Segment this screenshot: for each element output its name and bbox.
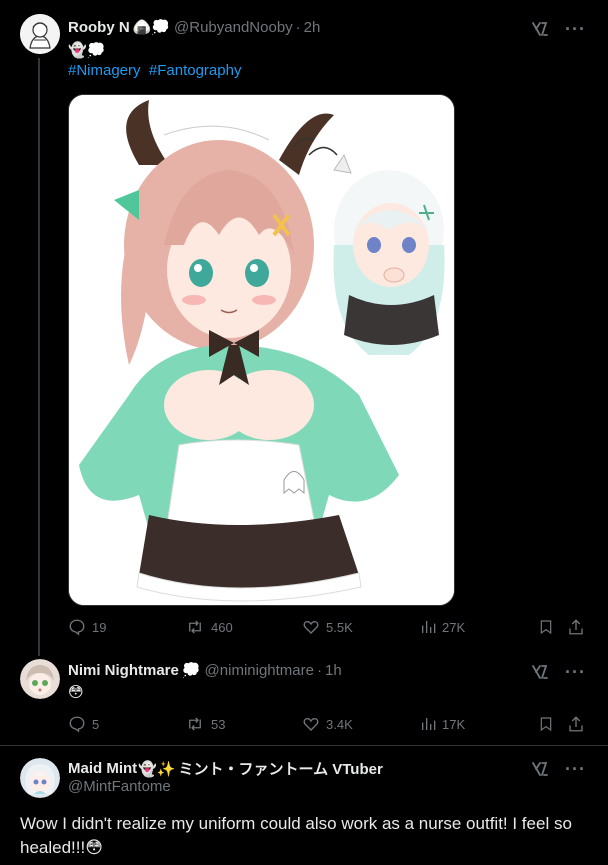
avatar-nimi[interactable] [20,659,60,699]
heart-icon [303,621,319,634]
post-time[interactable]: 2h [304,19,321,36]
hashtags: #Nimagery #Fantography [68,61,241,81]
post-rooby[interactable]: Rooby N 🍙💭 @RubyandNooby · 2h ··· 👻💭 #Ni… [0,0,608,656]
share-button[interactable] [567,715,585,733]
like-count: 5.5K [326,619,353,635]
share-button[interactable] [567,618,585,636]
views-count: 17K [442,716,466,732]
author-handle[interactable]: @RubyandNooby [174,19,293,36]
hashtag-nimagery[interactable]: #Nimagery [68,62,141,79]
author-name[interactable]: Rooby N [68,19,130,36]
grok-icon[interactable] [531,760,549,778]
bookmark-icon [540,620,552,635]
views-icon [422,621,436,633]
more-options-icon[interactable]: ··· [565,663,586,681]
post-time[interactable]: 1h [325,662,342,679]
post-maid-mint[interactable]: Maid Mint 👻✨ ミント・ファントーム VTuber @MintFant… [0,746,608,865]
post-nimi[interactable]: Nimi Nightmare 💭 @niminightmare · 1h ···… [0,645,608,745]
repost-count: 460 [211,619,233,635]
name-emoji: 🍙💭 [132,18,171,36]
post-text: Wow I didn't realize my uniform could al… [20,814,572,857]
separator-dot: · [316,661,322,679]
hashtag-fantography[interactable]: #Fantography [149,62,242,79]
post-emoji: 👻💭 [68,41,106,59]
repost-count: 53 [211,716,226,732]
views-icon [422,718,436,730]
repost-button[interactable]: 460 [185,618,233,636]
post-image[interactable] [68,94,455,606]
views-button[interactable]: 27K [420,618,465,636]
author-handle[interactable]: @MintFantome [68,778,171,795]
avatar-rooby[interactable] [20,14,60,54]
avatar-maid-mint[interactable] [20,758,60,798]
reply-icon [69,716,85,733]
author-handle[interactable]: @niminightmare [205,662,314,679]
like-button[interactable]: 5.5K [302,618,353,636]
name-emoji: 💭 [181,661,201,679]
separator-dot: · [295,18,301,36]
bookmark-icon [540,717,552,732]
grok-icon[interactable] [531,663,549,681]
more-options-icon[interactable]: ··· [565,20,586,38]
post-actions: 19 460 5.5K 27K [68,618,588,638]
bookmark-button[interactable] [538,618,554,636]
heart-icon [303,718,319,731]
reply-button[interactable]: 5 [68,715,99,733]
views-count: 27K [442,619,466,635]
grok-icon[interactable] [531,20,549,38]
repost-button[interactable]: 53 [185,715,225,733]
bookmark-button[interactable] [538,715,554,733]
more-options-icon[interactable]: ··· [565,760,586,778]
thread-line [38,58,40,656]
post-text: 👻💭 [68,40,105,61]
author-name[interactable]: Maid Mint [68,760,137,777]
repost-icon [189,620,201,634]
reply-count: 5 [92,716,100,732]
repost-icon [189,717,201,731]
like-count: 3.4K [326,716,353,732]
share-icon [569,619,583,635]
reply-icon [69,619,85,636]
artwork-illustration [69,95,454,605]
reply-button[interactable]: 19 [68,618,106,636]
author-name[interactable]: Nimi Nightmare [68,662,179,679]
author-name-suffix[interactable]: ミント・ファントーム VTuber [179,758,383,779]
post-actions: 5 53 3.4K 17K [68,715,588,735]
post-text: 😳 [68,683,84,701]
views-button[interactable]: 17K [420,715,465,733]
share-icon [569,716,583,732]
name-emoji: 👻✨ [138,759,176,778]
like-button[interactable]: 3.4K [302,715,353,733]
reply-count: 19 [92,619,107,635]
